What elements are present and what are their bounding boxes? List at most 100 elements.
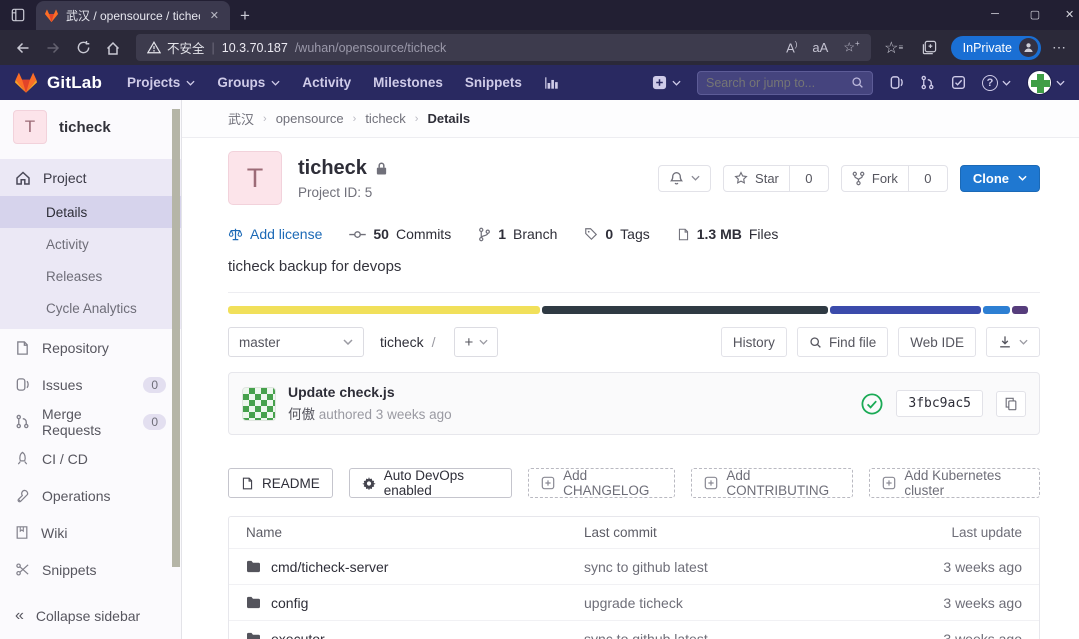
file-name-link[interactable]: config (271, 595, 308, 611)
table-row[interactable]: executor sync to github latest 3 weeks a… (229, 620, 1039, 639)
language-segment (1012, 306, 1027, 314)
nav-milestones[interactable]: Milestones (362, 65, 454, 100)
sidebar-item-project[interactable]: Project (0, 159, 181, 196)
issues-dashboard-button[interactable] (889, 75, 904, 90)
clone-button[interactable]: Clone (960, 165, 1040, 192)
add-kubernetes-cluster-button[interactable]: Add Kubernetes cluster (869, 468, 1040, 498)
security-chip[interactable]: 不安全 (147, 38, 205, 57)
favorites-bar-icon[interactable]: ☆≡ (879, 34, 909, 62)
fork-icon (852, 171, 865, 186)
tags-stat[interactable]: 0Tags (584, 226, 649, 242)
gitlab-brand[interactable]: GitLab (14, 72, 102, 94)
new-tab-button[interactable]: + (230, 1, 260, 30)
repo-root-link[interactable]: ticheck (380, 334, 424, 350)
commit-title-link[interactable]: Update check.js (288, 384, 452, 400)
sidebar-item-wiki[interactable]: Wiki (0, 514, 181, 551)
file-name-link[interactable]: cmd/ticheck-server (271, 559, 388, 575)
tab-list-button[interactable] (0, 0, 36, 30)
add-favorite-icon[interactable]: ☆+ (843, 39, 859, 55)
file-name-link[interactable]: executor (271, 631, 325, 639)
star-button[interactable]: Star (723, 165, 790, 192)
settings-menu-icon[interactable]: ⋯ (1047, 39, 1071, 56)
sidebar-item-issues[interactable]: Issues 0 (0, 366, 181, 403)
sidebar-item-operations[interactable]: Operations (0, 477, 181, 514)
home-button[interactable] (98, 34, 128, 62)
fork-count[interactable]: 0 (908, 165, 948, 192)
commit-message-link[interactable]: upgrade ticheck (584, 595, 882, 611)
download-dropdown[interactable] (986, 327, 1040, 357)
merge-request-icon (920, 75, 935, 90)
table-row[interactable]: config upgrade ticheck 3 weeks ago (229, 584, 1039, 620)
sidebar-item-merge-requests[interactable]: Merge Requests 0 (0, 403, 181, 440)
notifications-dropdown[interactable] (658, 165, 711, 192)
auto-devops-button[interactable]: Auto DevOps enabled (349, 468, 512, 498)
copy-sha-button[interactable] (996, 391, 1026, 417)
find-file-button[interactable]: Find file (797, 327, 888, 357)
sidebar-scrollbar[interactable] (172, 109, 180, 567)
chevron-down-icon (186, 80, 195, 86)
sidebar-item-activity[interactable]: Activity (0, 228, 181, 260)
back-button[interactable] (8, 34, 38, 62)
user-menu-button[interactable] (1027, 70, 1065, 95)
translate-icon[interactable]: aA (812, 40, 828, 55)
global-search[interactable] (697, 71, 873, 95)
star-count[interactable]: 0 (789, 165, 829, 192)
help-menu-button[interactable]: ? (982, 75, 1011, 91)
nav-activity[interactable]: Activity (291, 65, 362, 100)
close-button[interactable]: ✕ (1055, 0, 1079, 28)
todos-button[interactable] (951, 75, 966, 90)
language-bar[interactable] (228, 306, 1040, 314)
gitlab-navbar: GitLab Projects Groups Activity Mileston… (0, 65, 1079, 100)
plus-square-icon (704, 476, 718, 490)
minimize-button[interactable]: ─ (975, 0, 1015, 28)
readme-button[interactable]: README (228, 468, 333, 498)
web-ide-button[interactable]: Web IDE (898, 327, 976, 357)
branch-selector[interactable]: master (228, 327, 364, 357)
commit-sha[interactable]: 3fbc9ac5 (896, 390, 983, 417)
pipeline-passed-icon[interactable] (861, 393, 883, 415)
merge-requests-button[interactable] (920, 75, 935, 90)
nav-snippets[interactable]: Snippets (454, 65, 533, 100)
sidebar-item-details[interactable]: Details (0, 196, 181, 228)
address-bar[interactable]: 不安全 | 10.3.70.187/wuhan/opensource/tiche… (136, 34, 871, 61)
sidebar: T ticheck Project Details Activity Relea… (0, 100, 182, 639)
new-menu-button[interactable] (652, 75, 681, 90)
breadcrumb-separator: › (263, 113, 267, 125)
sidebar-item-releases[interactable]: Releases (0, 260, 181, 292)
fork-button[interactable]: Fork (841, 165, 909, 192)
breadcrumb-project[interactable]: ticheck (365, 111, 405, 126)
files-stat[interactable]: 1.3 MBFiles (677, 226, 779, 242)
read-aloud-icon[interactable]: A) (786, 40, 797, 55)
branches-stat[interactable]: 1Branch (478, 226, 557, 242)
collapse-sidebar-button[interactable]: « Collapse sidebar (0, 593, 180, 639)
refresh-button[interactable] (68, 34, 98, 62)
sidebar-item-cycle-analytics[interactable]: Cycle Analytics (0, 292, 181, 324)
nav-charts-button[interactable] (533, 65, 570, 100)
inprivate-badge[interactable]: InPrivate (951, 36, 1041, 60)
breadcrumb-subgroup[interactable]: opensource (276, 111, 344, 126)
tab-close-icon[interactable]: ✕ (207, 9, 222, 22)
commits-stat[interactable]: 50Commits (349, 226, 451, 242)
forward-button[interactable] (38, 34, 68, 62)
add-changelog-button[interactable]: Add CHANGELOG (528, 468, 675, 498)
commit-message-link[interactable]: sync to github latest (584, 559, 882, 575)
sidebar-item-repository[interactable]: Repository (0, 329, 181, 366)
sidebar-item-ci-cd[interactable]: CI / CD (0, 440, 181, 477)
table-row[interactable]: cmd/ticheck-server sync to github latest… (229, 548, 1039, 584)
add-license-link[interactable]: Add license (228, 226, 322, 242)
add-contributing-button[interactable]: Add CONTRIBUTING (691, 468, 853, 498)
last-update: 3 weeks ago (882, 559, 1022, 575)
commit-message-link[interactable]: sync to github latest (584, 631, 882, 639)
maximize-button[interactable]: ▢ (1015, 0, 1055, 28)
collections-icon[interactable] (915, 34, 945, 62)
sidebar-item-snippets[interactable]: Snippets (0, 551, 181, 588)
project-context[interactable]: T ticheck (0, 100, 181, 152)
commit-author[interactable]: 何傲 (288, 407, 315, 422)
nav-groups[interactable]: Groups (206, 65, 291, 100)
browser-tab[interactable]: 武汉 / opensource / ticheck · Gi ✕ (36, 1, 230, 30)
add-file-dropdown[interactable]: + (454, 327, 498, 357)
history-button[interactable]: History (721, 327, 787, 357)
search-input[interactable] (706, 76, 851, 90)
nav-projects[interactable]: Projects (116, 65, 206, 100)
breadcrumb-group[interactable]: 武汉 (228, 109, 254, 128)
